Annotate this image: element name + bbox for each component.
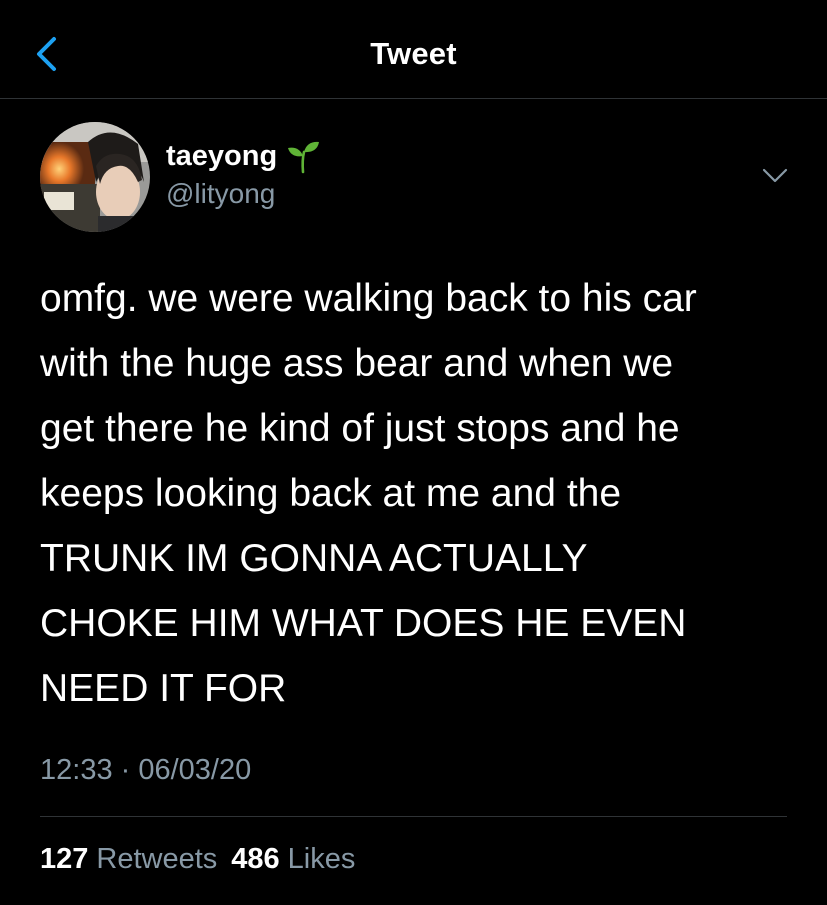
- likes-count: 486: [231, 843, 280, 875]
- tweet-text: omfg. we were walking back to his car wi…: [40, 277, 697, 710]
- avatar[interactable]: [40, 122, 150, 232]
- chevron-down-icon[interactable]: [762, 168, 788, 184]
- retweets-stat[interactable]: 127 Retweets: [40, 843, 231, 876]
- likes-label: Likes: [287, 843, 356, 875]
- seedling-icon: [288, 141, 320, 174]
- author-display-name[interactable]: taeyong: [166, 138, 321, 174]
- retweets-label: Retweets: [96, 843, 218, 875]
- divider: [40, 816, 787, 817]
- author-handle[interactable]: @lityong: [166, 178, 275, 210]
- author-name-text: taeyong: [166, 139, 278, 172]
- top-nav-bar: Tweet: [0, 0, 827, 99]
- tweet-stats: 127 Retweets 486 Likes: [40, 843, 369, 876]
- likes-stat[interactable]: 486 Likes: [231, 843, 369, 876]
- tweet-timestamp: 12:33 · 06/03/20: [40, 754, 252, 786]
- retweets-count: 127: [40, 843, 89, 875]
- page-title: Tweet: [370, 36, 457, 71]
